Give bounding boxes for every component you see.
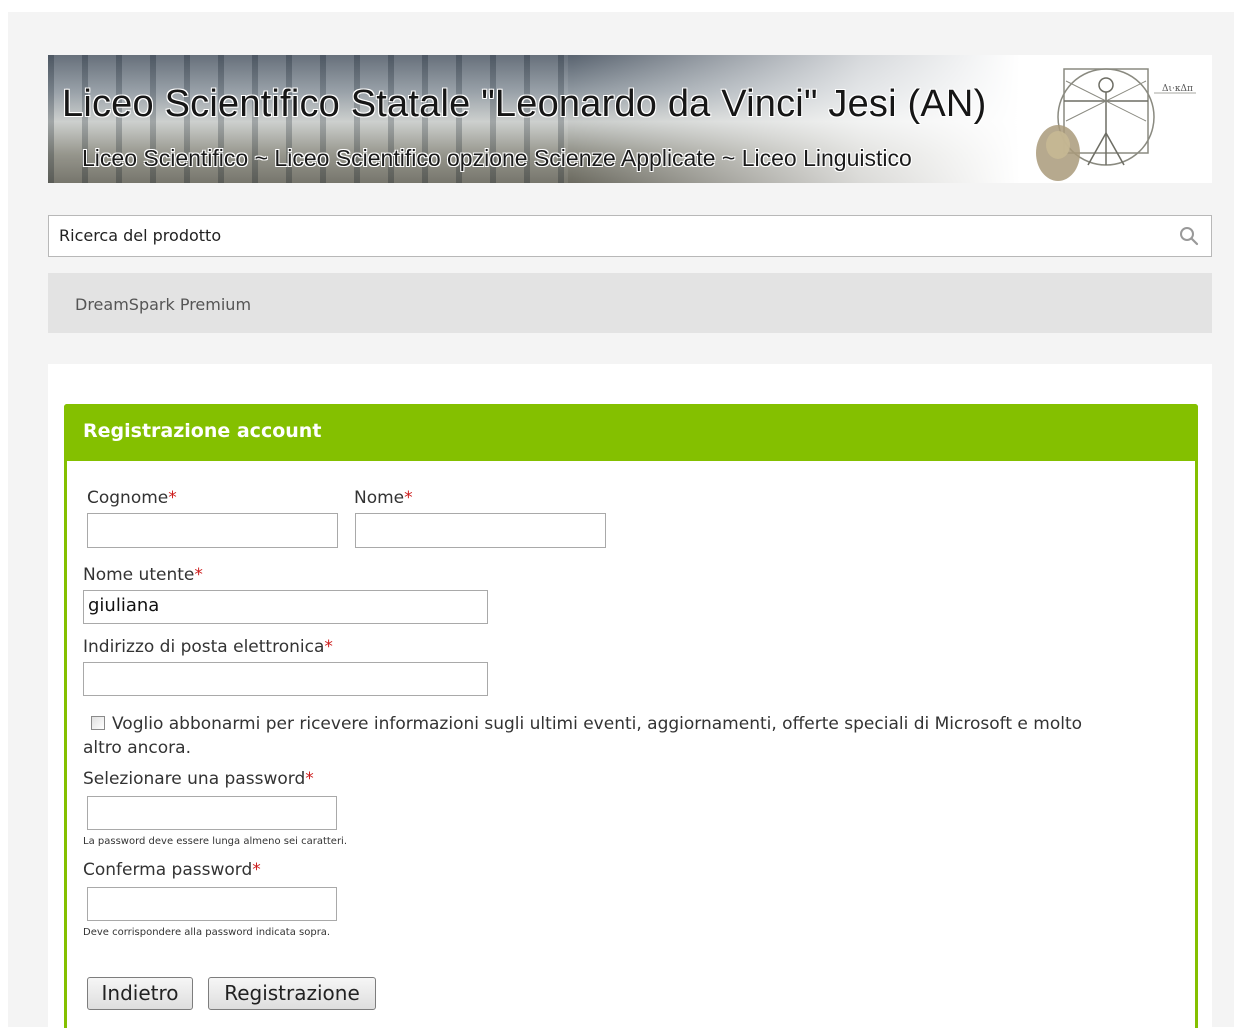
email-label: Indirizzo di posta elettronica* <box>83 637 333 657</box>
panel-header: Registrazione account <box>67 407 1195 461</box>
banner-title: Liceo Scientifico Statale "Leonardo da V… <box>62 83 987 125</box>
newsletter-checkbox[interactable] <box>91 716 105 730</box>
newsletter-label-line2: altro ancora. <box>83 738 191 758</box>
back-button[interactable]: Indietro <box>87 977 193 1010</box>
confirm-password-label: Conferma password* <box>83 860 261 880</box>
password-label: Selezionare una password* <box>83 769 314 789</box>
panel-title: Registrazione account <box>83 420 322 442</box>
registration-panel: Registrazione account Cognome* Nome* Nom… <box>64 404 1198 1028</box>
cognome-input[interactable] <box>87 513 338 548</box>
username-label: Nome utente* <box>83 565 203 585</box>
password-hint: La password deve essere lunga almeno sei… <box>83 836 348 847</box>
confirm-password-input[interactable] <box>87 887 337 921</box>
nome-label: Nome* <box>354 488 413 508</box>
cognome-label: Cognome* <box>87 488 177 508</box>
email-input[interactable] <box>83 662 488 696</box>
school-banner: Liceo Scientifico Statale "Leonardo da V… <box>48 55 1212 183</box>
search-input[interactable]: Ricerca del prodotto <box>59 226 221 245</box>
nav-item-dreamspark-premium[interactable]: DreamSpark Premium <box>75 295 251 314</box>
main-content: Registrazione account Cognome* Nome* Nom… <box>48 364 1212 1028</box>
register-button[interactable]: Registrazione <box>208 977 376 1010</box>
banner-subtitle: Liceo Scientifico ~ Liceo Scientifico op… <box>82 145 912 171</box>
newsletter-label-line1: Voglio abbonarmi per ricevere informazio… <box>112 714 1083 734</box>
nome-input[interactable] <box>355 513 606 548</box>
main-nav: DreamSpark Premium <box>48 273 1212 333</box>
search-icon[interactable] <box>1179 226 1199 246</box>
svg-text:Δι·κΔπ: Δι·κΔπ <box>1162 84 1193 94</box>
password-input[interactable] <box>87 796 337 830</box>
product-search-bar[interactable]: Ricerca del prodotto <box>48 215 1212 257</box>
username-input[interactable]: giuliana <box>83 590 488 624</box>
confirm-password-hint: Deve corrispondere alla password indicat… <box>83 927 331 938</box>
vitruvian-man-logo: Δι·κΔπ <box>1036 68 1196 181</box>
